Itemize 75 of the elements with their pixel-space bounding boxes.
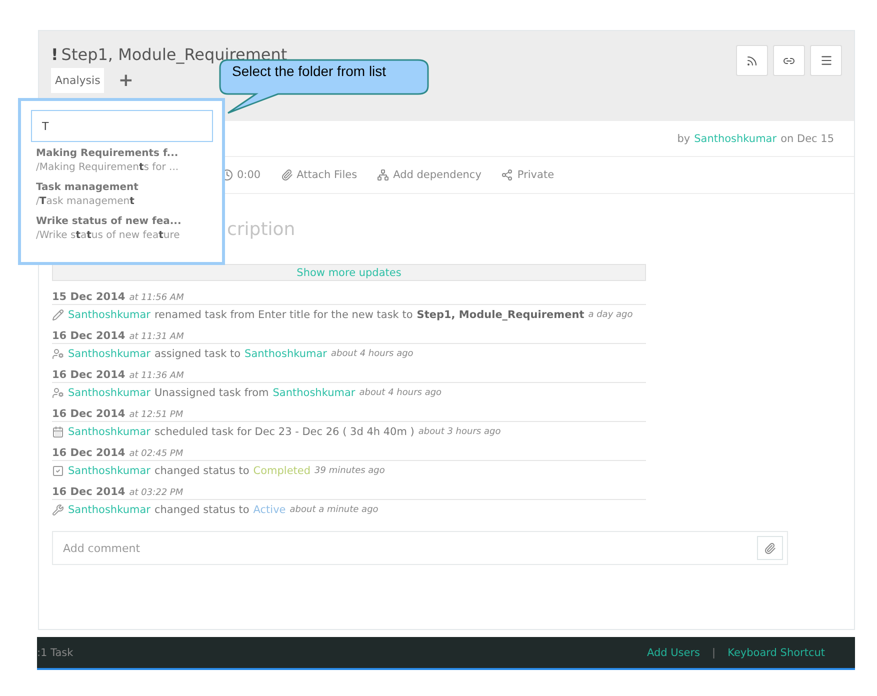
folder-tab[interactable]: Analysis (51, 68, 104, 93)
author-link[interactable]: Santhoshkumar (694, 132, 777, 144)
search-field[interactable]: T (31, 110, 213, 142)
update-date: 16 Dec 2014 (52, 486, 126, 498)
result-path[interactable]: /Wrike status of new feature (36, 230, 209, 241)
footer-link[interactable]: Keyboard Shortcut (728, 646, 825, 658)
author-date: on Dec 15 (780, 132, 834, 144)
user-link[interactable]: Santhoshkumar (68, 426, 150, 438)
result-title[interactable]: Wrike status of new fea... (36, 216, 209, 227)
update-text: assigned task to (154, 348, 241, 360)
author-prefix: by (677, 132, 690, 144)
result-title[interactable]: Task management (36, 182, 209, 193)
user-link[interactable]: Santhoshkumar (272, 386, 356, 398)
rss-button[interactable] (736, 45, 768, 76)
attach-button[interactable] (757, 536, 783, 560)
status-label: Completed (253, 464, 311, 476)
dependency-icon (377, 169, 390, 181)
user-link[interactable]: Santhoshkumar (68, 464, 150, 476)
relative-time: a day ago (588, 310, 633, 320)
relative-time: about 4 hours ago (359, 388, 442, 398)
menu-button[interactable] (810, 45, 842, 76)
update-date: 16 Dec 2014 (52, 408, 126, 420)
callout-text: Select the folder from list (232, 63, 386, 79)
menu-icon (820, 54, 832, 67)
update-text: changed status to (154, 504, 250, 516)
result-path[interactable]: /Task management (36, 196, 209, 207)
user-icon (52, 348, 64, 360)
update-date: 15 Dec 2014 (52, 291, 126, 303)
toolbar-button[interactable]: Private (501, 169, 554, 181)
link-button[interactable] (773, 45, 805, 76)
pencil-icon (52, 308, 64, 320)
update-time: at 11:31 AM (129, 332, 184, 342)
user-link[interactable]: Santhoshkumar (68, 308, 150, 320)
update-time: at 03:22 PM (129, 488, 184, 498)
update-time: at 02:45 PM (129, 449, 184, 459)
update-date: 16 Dec 2014 (52, 447, 126, 459)
result-path[interactable]: /Making Requirements for ... (36, 162, 209, 173)
add-tab-button[interactable]: + (114, 70, 138, 91)
update-time: at 12:51 PM (129, 410, 184, 420)
task-name: Step1, Module_Requirement (416, 308, 584, 320)
toolbar-button[interactable]: Attach Files (280, 169, 358, 181)
result-title[interactable]: Making Requirements f... (36, 148, 209, 159)
paperclip-icon (764, 542, 776, 554)
update-text: changed status to (154, 464, 250, 476)
priority-mark: ! (51, 45, 58, 64)
task-count: :1 Task (37, 646, 74, 658)
update-date: 16 Dec 2014 (52, 369, 126, 381)
update-date: 16 Dec 2014 (52, 330, 126, 342)
toolbar-button[interactable]: Add dependency (377, 169, 482, 181)
status-label: Active (253, 504, 286, 516)
relative-time: about 4 hours ago (331, 348, 414, 358)
relative-time: about 3 hours ago (418, 426, 501, 436)
update-time: at 11:36 AM (129, 371, 184, 381)
user-link[interactable]: Santhoshkumar (68, 348, 150, 360)
checkbox-icon (52, 464, 64, 476)
relative-time: about a minute ago (290, 504, 378, 514)
show-more-button[interactable]: Show more updates (52, 264, 646, 281)
rss-icon (746, 54, 758, 66)
update-text: renamed task from Enter title for the new task to (154, 308, 413, 320)
relative-time: 39 minutes ago (314, 466, 385, 476)
update-text: scheduled task for Dec 23 - Dec 26 ( 3d 4h 40m ) (154, 426, 414, 438)
task-title: Step1, Module_Requirement (61, 45, 288, 64)
share-icon (501, 169, 514, 181)
update-time: at 11:56 AM (129, 293, 184, 303)
paperclip-icon (280, 169, 293, 181)
user-icon (52, 386, 64, 398)
wrench-icon (52, 504, 64, 516)
comment-box[interactable]: Add comment (52, 531, 788, 565)
user-link[interactable]: Santhoshkumar (244, 348, 327, 360)
user-link[interactable]: Santhoshkumar (68, 386, 150, 398)
footer-link[interactable]: Add Users (646, 646, 700, 658)
update-text: Unassigned task from (154, 386, 269, 398)
calendar-icon (52, 426, 64, 438)
user-link[interactable]: Santhoshkumar (68, 504, 150, 516)
separator: | (712, 646, 716, 658)
